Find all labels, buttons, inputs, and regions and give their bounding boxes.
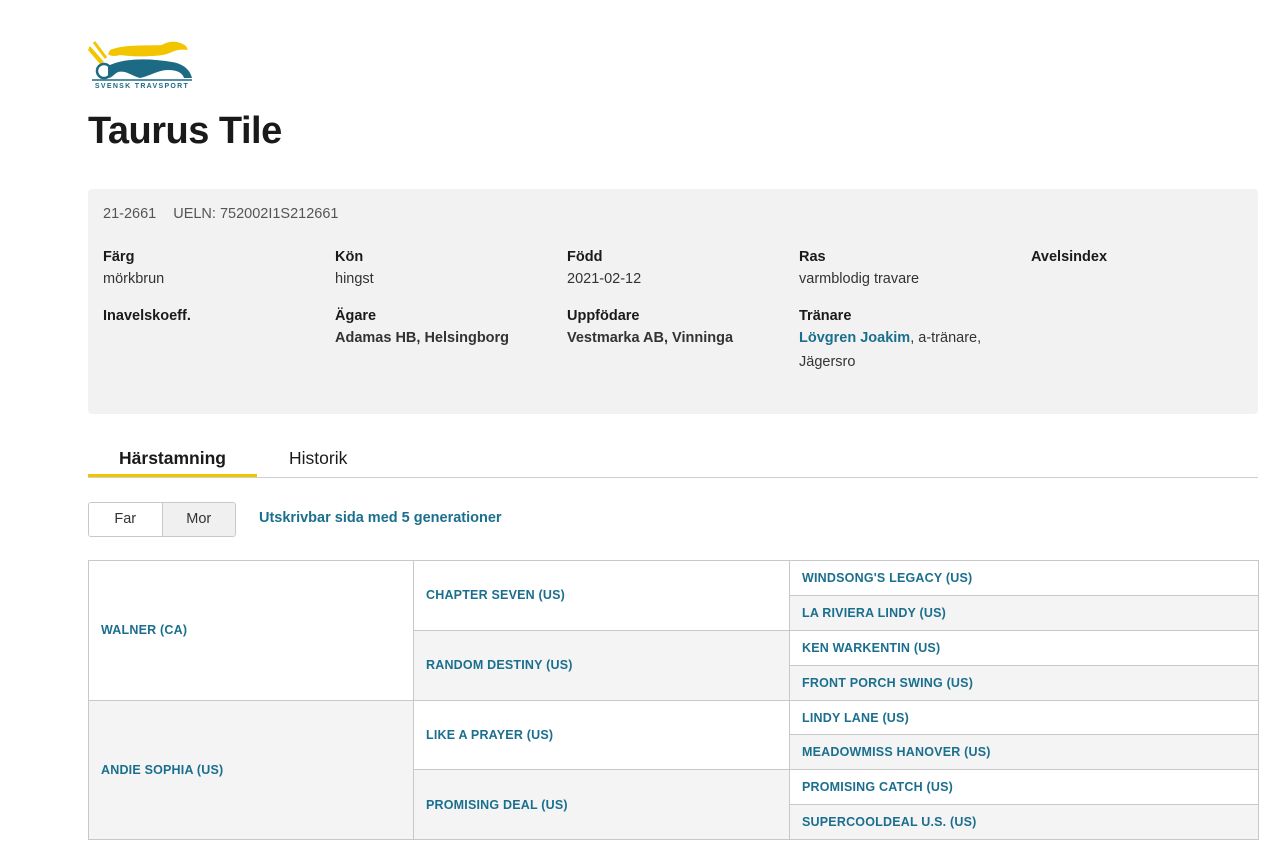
field-color-label: Färg — [103, 249, 135, 265]
field-trainer-label: Tränare — [799, 308, 852, 324]
tab-historik[interactable]: Historik — [289, 440, 347, 477]
pedigree-ssd[interactable]: LA RIVIERA LINDY (US) — [789, 594, 1259, 631]
pedigree-sire-dam-name[interactable]: RANDOM DESTINY (US) — [426, 658, 573, 672]
field-breed-value: varmblodig travare — [799, 271, 920, 287]
pedigree-dam-dam[interactable]: PROMISING DEAL (US) — [413, 769, 790, 841]
tab-harstamning[interactable]: Härstamning — [88, 440, 257, 477]
pedigree-sss[interactable]: WINDSONG'S LEGACY (US) — [789, 560, 1259, 596]
field-color-value: mörkbrun — [103, 271, 165, 287]
pedigree-dam-sire-name[interactable]: LIKE A PRAYER (US) — [426, 728, 553, 742]
logo-wordmark: SVENSK TRAVSPORT — [94, 83, 190, 90]
field-sex-label: Kön — [335, 249, 364, 265]
field-owner: Ägare Adamas HB, Helsingborg — [335, 306, 509, 350]
far-button[interactable]: Far — [89, 503, 162, 536]
horse-info-panel: 21-2661 UELN: 752002I1S212661 Färg mörkbr… — [88, 189, 1258, 414]
pedigree-sire-dam[interactable]: RANDOM DESTINY (US) — [413, 629, 790, 701]
owner-link[interactable]: Adamas HB, Helsingborg — [335, 326, 509, 350]
pedigree-dam-name[interactable]: ANDIE SOPHIA (US) — [101, 763, 223, 777]
field-sex-value: hingst — [335, 271, 374, 287]
field-breeding-index: Avelsindex — [1031, 247, 1107, 267]
pedigree-dss[interactable]: LINDY LANE (US) — [789, 699, 1259, 736]
pedigree-dam[interactable]: ANDIE SOPHIA (US) — [88, 699, 414, 841]
field-breed-label: Ras — [799, 249, 826, 265]
trainer-location: Jägersro — [799, 354, 856, 370]
pedigree-table: WALNER (CA) CHAPTER SEVEN (US) WINDSONG'… — [88, 560, 1259, 841]
tab-bar: Härstamning Historik — [88, 440, 1258, 478]
pedigree-sire-name[interactable]: WALNER (CA) — [101, 623, 187, 637]
pedigree-sire-sire-name[interactable]: CHAPTER SEVEN (US) — [426, 588, 565, 602]
print-5-generations-link[interactable]: Utskrivbar sida med 5 generationer — [259, 510, 502, 526]
field-color: Färg mörkbrun — [103, 247, 164, 291]
pedigree-ddd[interactable]: SUPERCOOLDEAL U.S. (US) — [789, 804, 1259, 841]
field-trainer: Tränare Lövgren Joakim, a-tränare, Jägers… — [799, 306, 1019, 374]
trainer-license: , a-tränare, — [910, 330, 982, 346]
field-born: Född 2021-02-12 — [567, 247, 641, 291]
field-breeding-index-label: Avelsindex — [1031, 249, 1108, 265]
trainer-link[interactable]: Lövgren Joakim — [799, 330, 910, 346]
field-inbreeding-label: Inavelskoeff. — [103, 308, 191, 324]
breeder-link[interactable]: Vestmarka AB, Vinninga — [567, 326, 733, 350]
field-breed: Ras varmblodig travare — [799, 247, 919, 291]
trotter-horse-icon — [88, 41, 192, 81]
field-born-value: 2021-02-12 — [567, 271, 642, 287]
field-breeder: Uppfödare Vestmarka AB, Vinninga — [567, 306, 733, 350]
ueln-number: UELN: 752002I1S212661 — [173, 206, 339, 222]
pedigree-sdd[interactable]: FRONT PORCH SWING (US) — [789, 664, 1259, 701]
far-mor-toggle: Far Mor — [88, 502, 236, 537]
pedigree-dds[interactable]: PROMISING CATCH (US) — [789, 769, 1259, 806]
mor-button[interactable]: Mor — [161, 503, 235, 536]
field-born-label: Född — [567, 249, 603, 265]
svensk-travsport-logo[interactable]: SVENSK TRAVSPORT — [88, 40, 196, 94]
field-breeder-label: Uppfödare — [567, 308, 640, 324]
pedigree-sds[interactable]: KEN WARKENTIN (US) — [789, 629, 1259, 666]
pedigree-dam-sire[interactable]: LIKE A PRAYER (US) — [413, 699, 790, 771]
field-trainer-value: Lövgren Joakim, a-tränare, Jägersro — [799, 326, 1019, 374]
registration-number: 21-2661 — [103, 206, 157, 222]
pedigree-dsd[interactable]: MEADOWMISS HANOVER (US) — [789, 734, 1259, 771]
horse-identifiers: 21-2661 UELN: 752002I1S212661 — [103, 206, 356, 222]
field-owner-label: Ägare — [335, 308, 377, 324]
field-inbreeding: Inavelskoeff. — [103, 306, 191, 326]
horse-name-title: Taurus Tile — [88, 110, 282, 152]
pedigree-sire-sire[interactable]: CHAPTER SEVEN (US) — [413, 560, 790, 631]
pedigree-dam-dam-name[interactable]: PROMISING DEAL (US) — [426, 798, 568, 812]
pedigree-sire[interactable]: WALNER (CA) — [88, 560, 414, 701]
field-sex: Kön hingst — [335, 247, 374, 291]
